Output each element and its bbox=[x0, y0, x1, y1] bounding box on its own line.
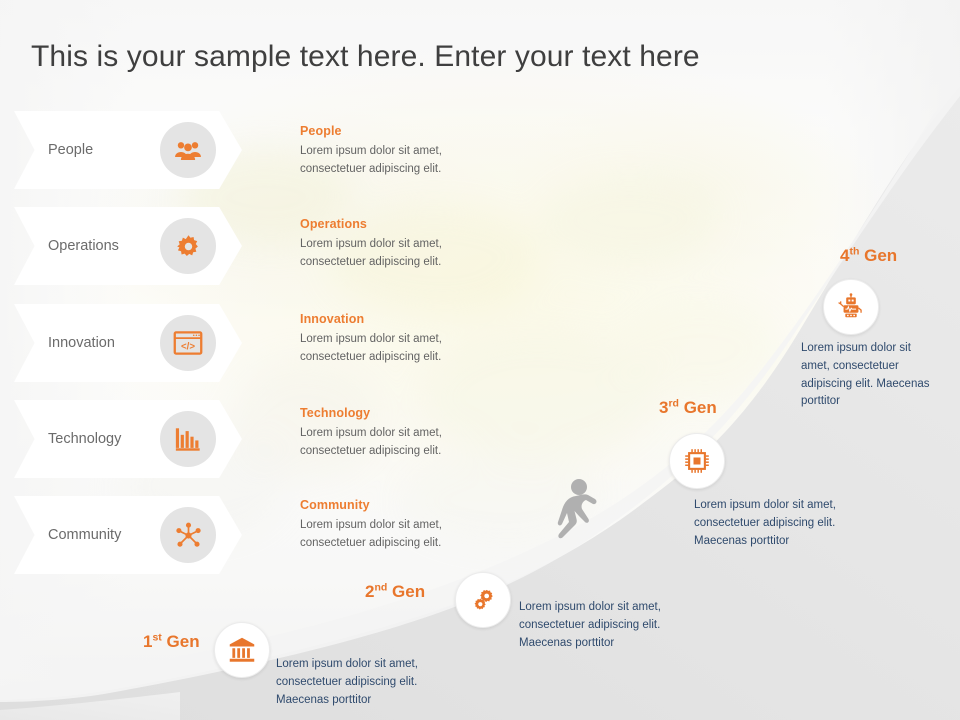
svg-text:</>: </> bbox=[181, 342, 195, 353]
running-person-icon bbox=[553, 478, 605, 549]
gen-word: Gen bbox=[392, 582, 426, 601]
page-title: This is your sample text here. Enter you… bbox=[31, 40, 700, 73]
gear-icon bbox=[160, 218, 216, 274]
banner-label: Innovation bbox=[48, 335, 115, 351]
gen-icon-3[interactable] bbox=[669, 433, 725, 489]
gen-word: Gen bbox=[683, 398, 717, 417]
gen-suffix: nd bbox=[374, 581, 388, 594]
gen-word: Gen bbox=[166, 632, 200, 651]
description-body: Lorem ipsum dolor sit amet, consectetuer… bbox=[300, 427, 442, 457]
description-body: Lorem ipsum dolor sit amet, consectetuer… bbox=[300, 519, 442, 549]
description-body: Lorem ipsum dolor sit amet, consectetuer… bbox=[300, 238, 442, 268]
gen-word: Gen bbox=[864, 246, 898, 265]
gen-icon-2[interactable] bbox=[455, 572, 511, 628]
code-window-icon: </> bbox=[160, 315, 216, 371]
description-community: Community Lorem ipsum dolor sit amet, co… bbox=[300, 498, 500, 553]
gen-label-4: 4th Gen bbox=[840, 246, 897, 266]
banner-people[interactable]: People bbox=[14, 111, 242, 189]
gen-body-3: Lorem ipsum dolor sit amet, consectetuer… bbox=[694, 499, 836, 547]
banner-technology[interactable]: Technology bbox=[14, 400, 242, 478]
banner-innovation[interactable]: Innovation </> bbox=[14, 304, 242, 382]
banner-community[interactable]: Community bbox=[14, 496, 242, 574]
gen-icon-4[interactable] bbox=[823, 279, 879, 335]
gen-body-2: Lorem ipsum dolor sit amet, consectetuer… bbox=[519, 601, 661, 649]
banner-label: Community bbox=[48, 527, 122, 543]
description-technology: Technology Lorem ipsum dolor sit amet, c… bbox=[300, 406, 500, 461]
gen-label-3: 3rd Gen bbox=[659, 398, 717, 418]
gen-label-2: 2nd Gen bbox=[365, 582, 425, 602]
description-people: People Lorem ipsum dolor sit amet, conse… bbox=[300, 124, 500, 179]
gen-label-1: 1st Gen bbox=[143, 632, 200, 652]
people-group-icon bbox=[160, 122, 216, 178]
gen-icon-1[interactable] bbox=[214, 622, 270, 678]
description-body: Lorem ipsum dolor sit amet, consectetuer… bbox=[300, 145, 442, 175]
gen-suffix: st bbox=[152, 631, 162, 644]
robot-icon bbox=[837, 293, 865, 321]
network-hub-icon bbox=[160, 507, 216, 563]
microchip-icon bbox=[683, 447, 711, 475]
bar-chart-icon bbox=[160, 411, 216, 467]
banner-operations[interactable]: Operations bbox=[14, 207, 242, 285]
banner-label: Technology bbox=[48, 431, 122, 447]
description-operations: Operations Lorem ipsum dolor sit amet, c… bbox=[300, 217, 500, 272]
banner-label: Operations bbox=[48, 238, 119, 254]
banner-label: People bbox=[48, 142, 94, 158]
bank-building-icon bbox=[228, 636, 256, 664]
gen-suffix: th bbox=[849, 245, 860, 258]
gen-body-1: Lorem ipsum dolor sit amet, consectetuer… bbox=[276, 658, 418, 706]
gears-icon bbox=[469, 586, 498, 615]
gen-suffix: rd bbox=[668, 397, 679, 410]
description-innovation: Innovation Lorem ipsum dolor sit amet, c… bbox=[300, 312, 500, 367]
gen-body-4: Lorem ipsum dolor sit amet, consectetuer… bbox=[801, 342, 930, 408]
description-title: Community bbox=[300, 498, 370, 512]
description-title: Innovation bbox=[300, 312, 365, 326]
slide-canvas: This is your sample text here. Enter you… bbox=[0, 0, 960, 720]
description-title: People bbox=[300, 124, 342, 138]
description-title: Technology bbox=[300, 406, 371, 420]
description-body: Lorem ipsum dolor sit amet, consectetuer… bbox=[300, 333, 442, 363]
description-title: Operations bbox=[300, 217, 367, 231]
